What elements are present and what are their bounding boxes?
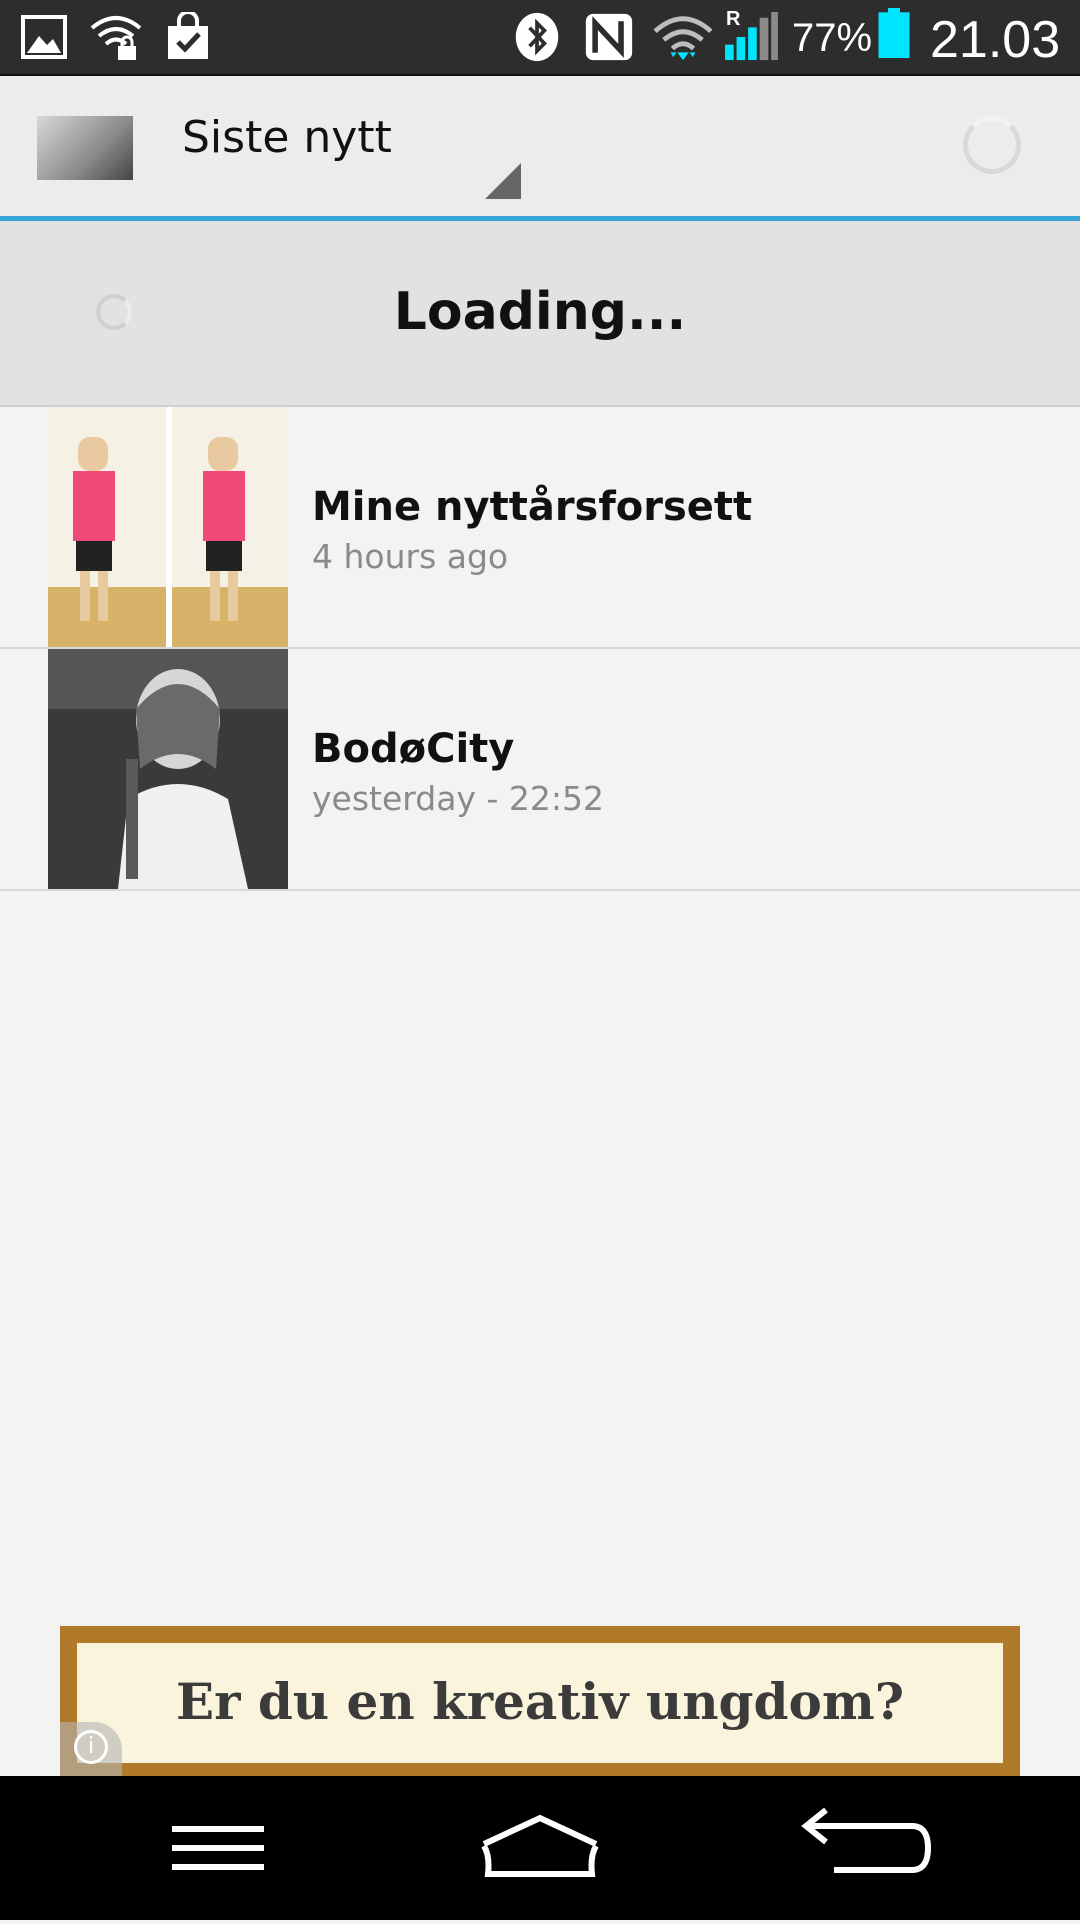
battery-percent: 77% bbox=[792, 16, 873, 60]
menu-button[interactable] bbox=[118, 1776, 318, 1920]
page-title[interactable]: Siste nytt bbox=[182, 116, 392, 160]
ad-info-icon[interactable]: i bbox=[60, 1722, 122, 1776]
ad-text: Er du en kreativ ungdom? bbox=[175, 1672, 905, 1731]
ad-inner: Er du en kreativ ungdom? bbox=[77, 1643, 1003, 1763]
gallery-icon bbox=[21, 15, 67, 59]
clock: 21.03 bbox=[930, 11, 1061, 69]
bluetooth-icon bbox=[515, 12, 559, 62]
refresh-spinner-icon bbox=[963, 116, 1021, 174]
back-button[interactable] bbox=[762, 1776, 962, 1920]
signal-icon bbox=[725, 12, 778, 61]
item-timestamp: 4 hours ago bbox=[312, 537, 509, 576]
wifi-lock-icon bbox=[90, 16, 142, 60]
loading-text: Loading... bbox=[393, 282, 687, 342]
post-thumbnail bbox=[48, 649, 288, 889]
battery-icon bbox=[878, 8, 910, 58]
menu-icon bbox=[172, 1826, 264, 1870]
item-timestamp: yesterday - 22:52 bbox=[312, 779, 604, 818]
nfc-icon bbox=[585, 13, 633, 61]
home-button[interactable] bbox=[440, 1776, 640, 1920]
app-avatar[interactable] bbox=[37, 116, 133, 180]
wifi-icon bbox=[653, 16, 713, 61]
list-item[interactable]: BodøCity yesterday - 22:52 bbox=[0, 649, 1080, 891]
action-bar: Siste nytt bbox=[0, 76, 1080, 221]
home-icon bbox=[481, 1814, 599, 1877]
list-item[interactable]: Mine nyttårsforsett 4 hours ago bbox=[0, 407, 1080, 649]
navigation-bar bbox=[0, 1776, 1080, 1920]
back-icon bbox=[801, 1807, 932, 1873]
ad-banner[interactable]: Er du en kreativ ungdom? bbox=[60, 1626, 1020, 1776]
dropdown-arrow-icon[interactable] bbox=[485, 163, 521, 199]
status-bar: R 77% 21.03 bbox=[0, 0, 1080, 76]
shopping-bag-check-icon bbox=[168, 12, 208, 59]
item-title: BodøCity bbox=[312, 726, 515, 772]
item-title: Mine nyttårsforsett bbox=[312, 484, 753, 530]
post-thumbnail bbox=[48, 407, 288, 647]
